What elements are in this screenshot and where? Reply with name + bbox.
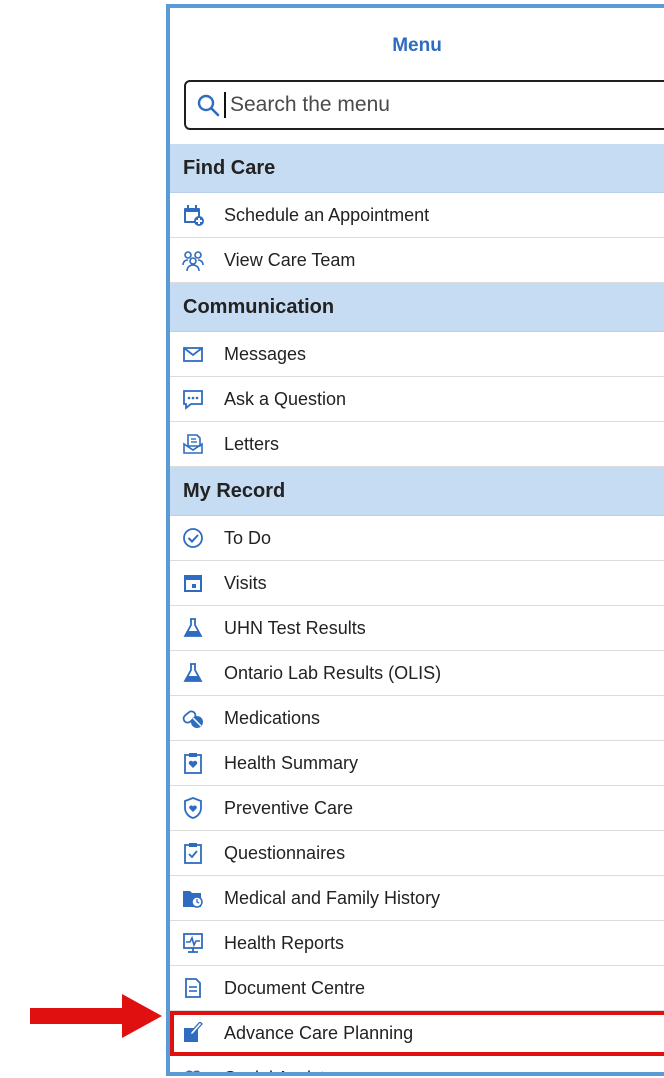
menu-item-medications[interactable]: Medications — [170, 696, 664, 741]
menu-item-medical-and-family-history[interactable]: Medical and Family History — [170, 876, 664, 921]
menu-item-label: Health Summary — [224, 752, 359, 773]
menu-item-health-summary[interactable]: Health Summary — [170, 741, 664, 786]
health-report-icon — [183, 933, 203, 953]
flask-icon — [183, 618, 203, 637]
menu-item-advance-care-planning[interactable]: Advance Care Planning — [170, 1011, 664, 1056]
menu-item-ask-a-question[interactable]: Ask a Question — [170, 377, 664, 422]
search-input[interactable] — [230, 93, 650, 117]
document-icon — [185, 978, 201, 998]
section-header: My Record — [170, 467, 664, 516]
menu-item-label: Health Reports — [224, 932, 345, 953]
menu-panel: Menu Find Care Schedule an Appointment Vie… — [166, 4, 664, 1076]
menu-item-label: Ontario Lab Results (OLIS) — [224, 662, 442, 683]
folder-clock-icon — [183, 891, 203, 908]
red-arrow-icon — [30, 994, 162, 1038]
menu-item-label: UHN Test Results — [224, 617, 366, 638]
menu-list: Find Care Schedule an Appointment View Car… — [170, 144, 664, 1073]
menu-item-to-do[interactable]: To Do — [170, 516, 664, 561]
menu-item-label: Preventive Care — [224, 797, 354, 818]
menu-item-label: Visits — [224, 572, 267, 593]
menu-item-label: Medications — [224, 707, 321, 728]
text-caret — [224, 92, 226, 118]
menu-item-questionnaires[interactable]: Questionnaires — [170, 831, 664, 876]
calendar-icon — [184, 575, 202, 592]
checkmark-clock-icon — [183, 528, 203, 548]
menu-item-label: Document Centre — [224, 977, 366, 998]
menu-item-messages[interactable]: Messages — [170, 332, 664, 377]
menu-item-view-care-team[interactable]: View Care Team — [170, 238, 664, 283]
heart-hands-icon — [186, 1070, 200, 1072]
pills-icon — [182, 710, 203, 728]
search-box[interactable] — [184, 80, 664, 130]
shield-heart-icon — [184, 797, 202, 819]
clipboard-heart-icon — [184, 753, 202, 774]
menu-item-label: Letters — [224, 433, 280, 454]
pen-paper-icon — [184, 1022, 203, 1042]
chat-bubble-icon — [183, 390, 203, 410]
menu-item-label: To Do — [224, 527, 272, 548]
menu-item-ontario-lab-results-olis[interactable]: Ontario Lab Results (OLIS) — [170, 651, 664, 696]
calendar-plus-icon — [184, 205, 204, 226]
menu-item-label: Ask a Question — [224, 388, 347, 409]
flask-icon — [183, 663, 203, 682]
section-header: Communication — [170, 283, 664, 332]
menu-item-social-assistance[interactable]: Social Assistance — [170, 1056, 664, 1073]
menu-item-document-centre[interactable]: Document Centre — [170, 966, 664, 1011]
menu-item-label: Messages — [224, 343, 307, 364]
menu-item-health-reports[interactable]: Health Reports — [170, 921, 664, 966]
menu-item-label: Advance Care Planning — [224, 1022, 414, 1043]
menu-item-label: Social Assistance — [224, 1068, 364, 1073]
menu-title: Menu — [392, 35, 442, 56]
care-team-icon — [182, 251, 204, 271]
menu-item-label: Medical and Family History — [224, 887, 441, 908]
menu-item-preventive-care[interactable]: Preventive Care — [170, 786, 664, 831]
menu-item-letters[interactable]: Letters — [170, 422, 664, 467]
section-header: Find Care — [170, 144, 664, 193]
envelope-icon — [183, 347, 203, 362]
clipboard-check-icon — [184, 843, 202, 864]
search-icon — [197, 94, 220, 117]
letter-icon — [183, 434, 203, 454]
menu-item-visits[interactable]: Visits — [170, 561, 664, 606]
menu-item-label: View Care Team — [224, 249, 356, 270]
menu-item-label: Schedule an Appointment — [224, 204, 430, 225]
menu-item-uhn-test-results[interactable]: UHN Test Results — [170, 606, 664, 651]
menu-item-label: Questionnaires — [224, 842, 346, 863]
menu-item-schedule-an-appointment[interactable]: Schedule an Appointment — [170, 193, 664, 238]
